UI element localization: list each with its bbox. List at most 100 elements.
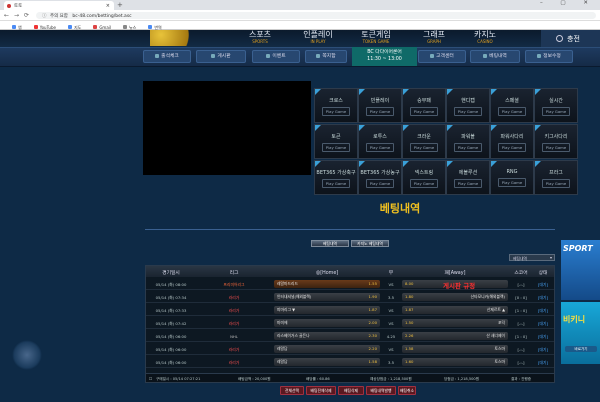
bottom-action-button[interactable]: 배팅내역발행 bbox=[366, 386, 396, 395]
away-bet-button[interactable]: 2.26 산 새너제이 bbox=[402, 332, 508, 340]
menu-item[interactable]: 쪽지함 bbox=[305, 50, 347, 63]
table-row: 05/14 (화) 07:33 라리가 피마리그 ▼ 1.87 VS 1.87 산제르트 ▲… bbox=[146, 304, 554, 316]
play-game-button[interactable]: Play Game bbox=[321, 143, 351, 152]
table-header: 경기일시 리그 승[Home] 무 패[Away] 스코어 상태 bbox=[146, 266, 554, 277]
play-game-button[interactable]: Play Game bbox=[365, 107, 395, 116]
home-bet-button[interactable]: 피마리그 ▼ 1.87 bbox=[274, 306, 380, 314]
menu-item[interactable]: 베팅내역 bbox=[470, 50, 520, 63]
play-game-button[interactable]: Play Game bbox=[409, 107, 439, 116]
new-tab-button[interactable]: + bbox=[117, 1, 123, 9]
play-game-button[interactable]: Play Game bbox=[409, 179, 439, 188]
game-name: 스페셜 bbox=[505, 98, 519, 104]
top-nav-token-game[interactable]: 토큰게임 TOKEN GAME bbox=[346, 30, 406, 47]
play-game-button[interactable]: Play Game bbox=[453, 143, 483, 152]
nav-buttons[interactable]: ←→⟳ bbox=[4, 12, 34, 19]
address-bar[interactable]: ⓘ 주의 요함 bc-48.com/betting/bet.asc bbox=[36, 12, 596, 19]
history-select[interactable]: 베팅내역 ▾ bbox=[509, 254, 555, 261]
top-nav-casino[interactable]: 카지노 CASINO bbox=[455, 30, 515, 47]
column-header: 승[Home] bbox=[315, 271, 339, 276]
game-tile[interactable]: 핸디캡 Play Game bbox=[446, 88, 490, 123]
menu-item[interactable]: 고객센터 bbox=[418, 50, 466, 63]
home-bet-button[interactable]: 인터내셔널(해외블랙) 1.90 bbox=[274, 293, 380, 301]
banner-button[interactable]: 바로가기 bbox=[565, 346, 597, 352]
bottom-action-button[interactable]: 전체선택 bbox=[280, 386, 304, 395]
play-game-button[interactable]: Play Game bbox=[453, 179, 483, 188]
bet-history-table: 경기일시 리그 승[Home] 무 패[Away] 스코어 상태 05/14 (화) 08:… bbox=[145, 265, 555, 383]
game-tile[interactable]: 크라운 Play Game bbox=[402, 124, 446, 159]
menu-icon bbox=[316, 53, 321, 58]
game-tile[interactable]: 넥스트링 Play Game bbox=[402, 160, 446, 195]
game-tile[interactable]: 프라그 Play Game bbox=[534, 160, 578, 195]
game-tile[interactable]: 스페셜 Play Game bbox=[490, 88, 534, 123]
game-tile[interactable]: 크로스 Play Game bbox=[314, 88, 358, 123]
game-tile[interactable]: 로투스 Play Game bbox=[358, 124, 402, 159]
top-nav-in-play[interactable]: 인플레이 IN PLAY bbox=[288, 30, 348, 47]
bet-league: 라리가 bbox=[228, 307, 240, 313]
tab-casino-history[interactable]: 카지노 베팅내역 bbox=[351, 240, 389, 247]
game-tile[interactable]: 토큰 Play Game bbox=[314, 124, 358, 159]
game-tile[interactable]: BET365 가상농구 Play Game bbox=[358, 160, 402, 195]
play-game-button[interactable]: Play Game bbox=[497, 143, 527, 152]
game-tile[interactable]: 키그사다리 Play Game bbox=[534, 124, 578, 159]
game-tile[interactable]: 파워사다리 Play Game bbox=[490, 124, 534, 159]
checkbox[interactable]: ☐ bbox=[149, 377, 152, 381]
play-game-button[interactable]: Play Game bbox=[321, 179, 351, 188]
play-game-button[interactable]: Play Game bbox=[453, 107, 483, 116]
tab-bet-history[interactable]: 베팅내역 bbox=[311, 240, 349, 247]
game-tile[interactable]: 승무패 Play Game bbox=[402, 88, 446, 123]
menu-item[interactable]: 출석체크 bbox=[143, 50, 191, 63]
site-logo[interactable] bbox=[150, 30, 205, 46]
game-tile[interactable]: RNG Play Game bbox=[490, 160, 534, 195]
game-name: 실시간 bbox=[549, 98, 563, 104]
bookmark-icon bbox=[33, 25, 38, 29]
home-bet-button[interactable]: 마미에 2.00 bbox=[274, 319, 380, 327]
window-controls[interactable]: – ▢ ✕ bbox=[540, 0, 596, 6]
draw-cell: 4.25 bbox=[386, 333, 396, 339]
charge-button[interactable]: 충전 bbox=[541, 30, 600, 47]
score: [-:-] bbox=[517, 320, 525, 326]
away-bet-button[interactable]: 1.58 토스마 bbox=[402, 345, 508, 353]
game-tile[interactable]: BET365 가상축구 Play Game bbox=[314, 160, 358, 195]
play-game-button[interactable]: Play Game bbox=[409, 143, 439, 152]
bottom-action-button[interactable]: 배팅삭제 bbox=[338, 386, 364, 395]
play-game-button[interactable]: Play Game bbox=[365, 143, 395, 152]
column-header: 패[Away] bbox=[444, 271, 466, 276]
event-clock: BC 다다이어론어 11:30 ~ 13:00 bbox=[352, 47, 417, 66]
play-game-button[interactable]: Play Game bbox=[541, 107, 571, 116]
home-odd: 1.87 bbox=[368, 307, 377, 312]
bet-date: 05/14 (화) 07:34 bbox=[155, 294, 187, 300]
play-game-button[interactable]: Play Game bbox=[541, 179, 571, 188]
away-bet-button[interactable]: 1.60 토스마 bbox=[402, 358, 508, 366]
live-video-player[interactable] bbox=[143, 81, 311, 175]
game-tile[interactable]: 빈플레이 Play Game bbox=[358, 88, 402, 123]
title-divider bbox=[145, 229, 555, 230]
play-game-button[interactable]: Play Game bbox=[541, 143, 571, 152]
play-game-button[interactable]: Play Game bbox=[365, 179, 395, 188]
bottom-action-button[interactable]: 배팅전체삭제 bbox=[306, 386, 336, 395]
away-bet-button[interactable]: 1.87 산제르트 ▲ bbox=[402, 306, 508, 314]
game-tile[interactable]: 에볼루션 Play Game bbox=[446, 160, 490, 195]
home-bet-button[interactable]: 라스베이거스 골든나 2.30 bbox=[274, 332, 380, 340]
home-bet-button[interactable]: 레알담 1.58 bbox=[274, 358, 380, 366]
home-bet-button[interactable]: 레알마드리드 1.55 bbox=[274, 280, 380, 288]
away-bet-button[interactable]: 1.80 산타모니카(해외블랙) bbox=[402, 293, 508, 301]
game-tile[interactable]: 실시간 Play Game bbox=[534, 88, 578, 123]
play-game-button[interactable]: Play Game bbox=[497, 178, 527, 187]
menu-item[interactable]: 이벤트 bbox=[252, 50, 300, 63]
bikini-banner[interactable]: 비키니 바로가기 bbox=[561, 302, 600, 364]
top-nav-sports[interactable]: 스포츠 SPORTS bbox=[230, 30, 290, 47]
close-tab-icon[interactable]: × bbox=[106, 3, 110, 9]
bottom-action-button[interactable]: 배팅취소 bbox=[398, 386, 416, 395]
menu-item[interactable]: 게시판 bbox=[196, 50, 246, 63]
game-tile[interactable]: 파워볼 Play Game bbox=[446, 124, 490, 159]
play-game-button[interactable]: Play Game bbox=[321, 107, 351, 116]
footer-win: 당첨금 : 1,218,500원 bbox=[444, 376, 480, 381]
sport-banner[interactable]: SPORT bbox=[561, 240, 600, 300]
away-bet-button[interactable]: 1.50 포덕 bbox=[402, 319, 508, 327]
browser-tab[interactable]: 토토 × bbox=[4, 1, 114, 10]
play-game-button[interactable]: Play Game bbox=[497, 107, 527, 116]
bookmark-item[interactable]: Gmail bbox=[87, 23, 111, 30]
bookmark-item[interactable]: YouTube bbox=[28, 23, 56, 30]
home-bet-button[interactable]: 레알담 2.20 bbox=[274, 345, 380, 353]
menu-item[interactable]: 정보수정 bbox=[525, 50, 573, 63]
